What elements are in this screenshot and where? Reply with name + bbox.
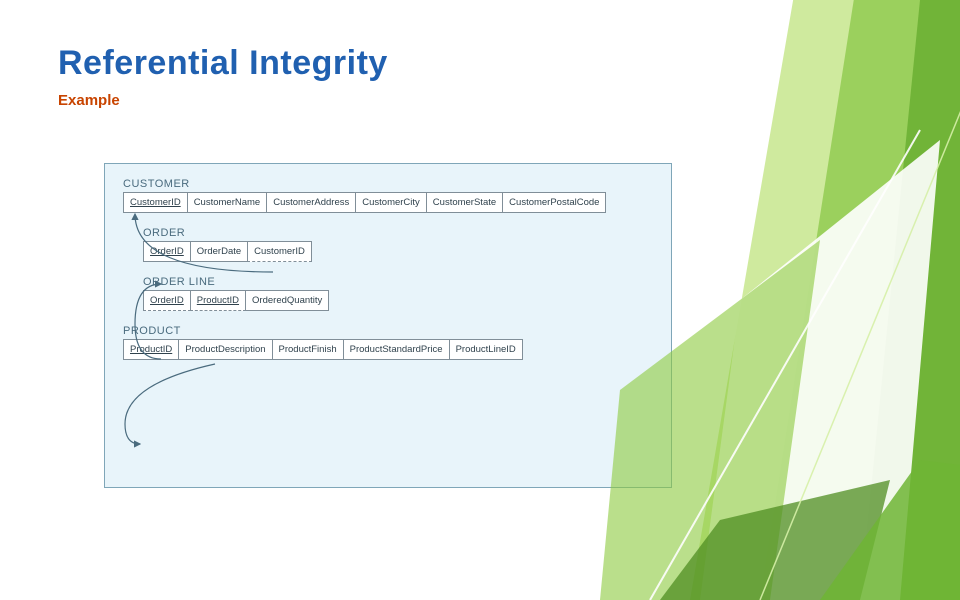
column-cell: OrderedQuantity xyxy=(245,290,329,311)
column-cell: CustomerState xyxy=(426,192,503,213)
column-cell: OrderDate xyxy=(190,241,248,262)
table-customer: CUSTOMER CustomerID CustomerName Custome… xyxy=(123,178,653,213)
column-cell: OrderID xyxy=(143,241,191,262)
table-product: PRODUCT ProductID ProductDescription Pro… xyxy=(123,325,653,360)
column-cell: CustomerID xyxy=(123,192,188,213)
column-cell: ProductID xyxy=(190,290,246,311)
column-cell: ProductLineID xyxy=(449,339,523,360)
column-cell: CustomerAddress xyxy=(266,192,356,213)
table-order: ORDER OrderID OrderDate CustomerID xyxy=(143,227,653,262)
table-row: ProductID ProductDescription ProductFini… xyxy=(123,339,523,360)
column-cell: CustomerName xyxy=(187,192,268,213)
column-cell: CustomerID xyxy=(247,241,312,262)
table-row: OrderID ProductID OrderedQuantity xyxy=(143,290,329,311)
table-label: ORDER xyxy=(143,227,653,239)
column-cell: ProductStandardPrice xyxy=(343,339,450,360)
table-orderline: ORDER LINE OrderID ProductID OrderedQuan… xyxy=(143,276,653,311)
column-cell: ProductFinish xyxy=(272,339,344,360)
column-cell: CustomerCity xyxy=(355,192,427,213)
table-row: OrderID OrderDate CustomerID xyxy=(143,241,312,262)
table-label: CUSTOMER xyxy=(123,178,653,190)
table-label: PRODUCT xyxy=(123,325,653,337)
slide-subtitle: Example xyxy=(58,92,120,109)
slide: Referential Integrity Example CUSTOMER C… xyxy=(0,0,960,540)
column-cell: CustomerPostalCode xyxy=(502,192,606,213)
table-row: CustomerID CustomerName CustomerAddress … xyxy=(123,192,606,213)
table-label: ORDER LINE xyxy=(143,276,653,288)
column-cell: OrderID xyxy=(143,290,191,311)
diagram-panel: CUSTOMER CustomerID CustomerName Custome… xyxy=(104,163,672,488)
column-cell: ProductDescription xyxy=(178,339,272,360)
slide-title: Referential Integrity xyxy=(58,44,388,83)
column-cell: ProductID xyxy=(123,339,179,360)
